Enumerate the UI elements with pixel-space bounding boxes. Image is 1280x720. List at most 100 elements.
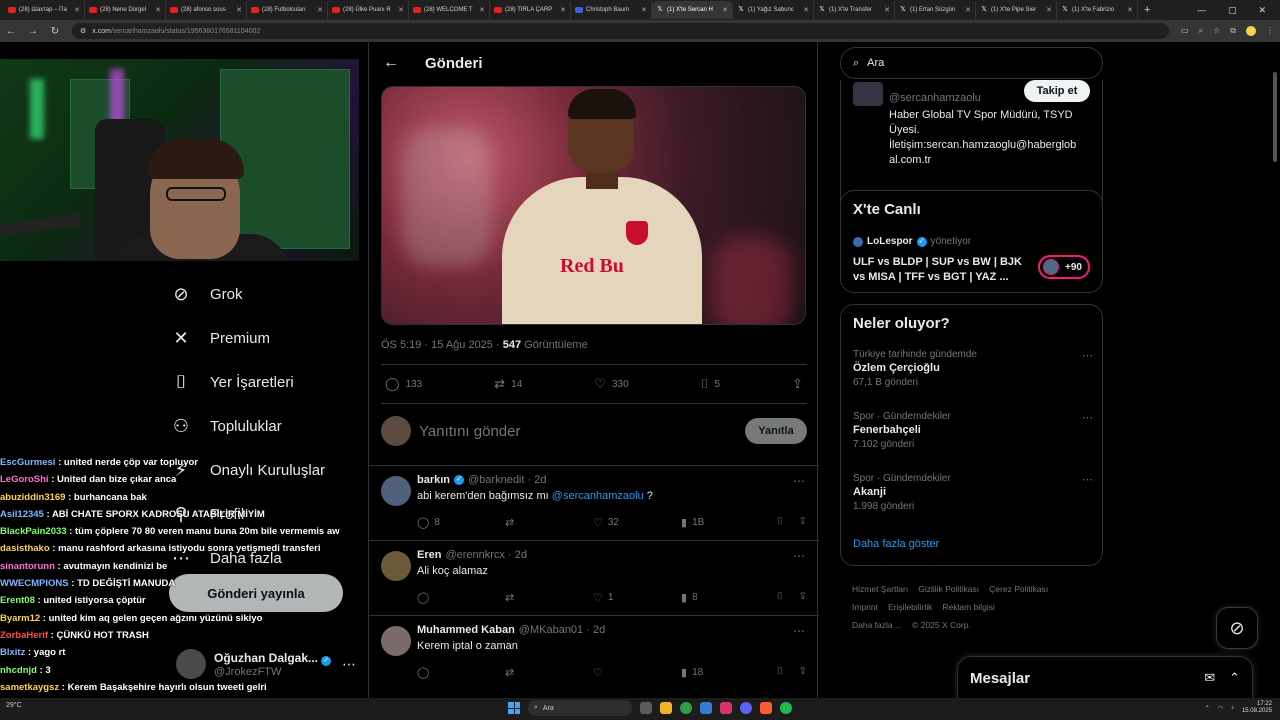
start-icon[interactable] <box>508 702 520 714</box>
menu-icon[interactable]: ⋮ <box>1266 26 1274 36</box>
footer-link[interactable]: Daha fazla ... <box>852 620 902 630</box>
views-action[interactable]: ▮ 8 <box>681 591 769 604</box>
app-icon[interactable] <box>720 702 732 714</box>
browser-tab[interactable]: 𝕏 (1) X'te Transfer ✕ <box>814 1 895 19</box>
new-tab-button[interactable]: + <box>1144 4 1150 16</box>
bookmark-icon[interactable]: ⌷ <box>777 516 783 529</box>
scrollbar[interactable] <box>1272 42 1278 698</box>
discord-icon[interactable] <box>740 702 752 714</box>
close-tab-icon[interactable]: ✕ <box>560 6 566 14</box>
browser-tab[interactable]: 𝕏 (1) Yağız Sabunc ✕ <box>733 1 814 19</box>
zoom-icon[interactable]: ⌕ <box>1199 26 1203 36</box>
browser-tab[interactable]: (28) Шахтар – Па ✕ <box>4 1 85 19</box>
reload-icon[interactable]: ↻ <box>50 26 60 37</box>
close-tab-icon[interactable]: ✕ <box>884 6 890 14</box>
reply-action[interactable]: ◯ <box>417 666 505 679</box>
bookmark-icon[interactable]: ⌷ <box>777 591 783 604</box>
heart-action[interactable]: ♡ <box>593 666 681 679</box>
footer-link[interactable]: Reklam bilgisi <box>942 602 994 612</box>
browser-tab[interactable]: Christoph Baum ✕ <box>571 1 652 19</box>
sidebar-item-topluluklar[interactable]: ⚇ Topluluklar <box>170 404 350 448</box>
footer-link[interactable]: Erişilebilirlik <box>888 602 932 612</box>
maximize-icon[interactable]: ▢ <box>1228 5 1237 16</box>
views-action[interactable]: ▮ 1B <box>681 516 769 529</box>
trend-item[interactable]: Türkiye tarihinde gündemde Özlem Çerçioğl… <box>853 349 1093 388</box>
browser-tab[interactable]: 𝕏 (1) Ertan Süzgün ✕ <box>895 1 976 19</box>
footer-link[interactable]: Gizlilik Politikası <box>918 584 979 594</box>
follow-button[interactable]: Takip et <box>1024 80 1090 102</box>
forward-icon[interactable]: → <box>28 26 38 37</box>
reply-button[interactable]: Yanıtla <box>745 418 807 444</box>
more-icon[interactable]: ⋯ <box>793 624 805 638</box>
browser-tab[interactable]: (28) TIRLA ÇARP ✕ <box>490 1 571 19</box>
more-icon[interactable]: ⋯ <box>1082 349 1093 362</box>
app-icon[interactable] <box>700 702 712 714</box>
post-image[interactable]: Red Bu <box>381 86 806 325</box>
footer-link[interactable]: Imprint <box>852 602 878 612</box>
reply-handle[interactable]: @MKaban01 · 2d <box>519 624 605 636</box>
more-icon[interactable]: ⋯ <box>793 474 805 488</box>
close-tab-icon[interactable]: ✕ <box>398 6 404 14</box>
reply-action[interactable]: ◯ 133 <box>385 376 422 392</box>
close-tab-icon[interactable]: ✕ <box>722 6 728 14</box>
sidebar-item-premium[interactable]: ✕ Premium <box>170 316 350 360</box>
spotify-icon[interactable] <box>780 702 792 714</box>
tray-chevron-icon[interactable]: ⌃ <box>1205 705 1210 712</box>
reply-action[interactable]: ◯ 8 <box>417 516 505 529</box>
search-input[interactable]: ⌕ Ara <box>840 47 1103 79</box>
like-action[interactable]: ♡ 330 <box>594 376 628 392</box>
wifi-icon[interactable]: ◠ <box>1218 705 1223 712</box>
close-tab-icon[interactable]: ✕ <box>479 6 485 14</box>
browser-tab[interactable]: (28) afonso sous ✕ <box>166 1 247 19</box>
new-message-icon[interactable]: ✉ <box>1204 670 1215 686</box>
back-arrow-icon[interactable]: ← <box>383 54 399 72</box>
share-icon[interactable]: ⇪ <box>799 666 807 679</box>
reply-action[interactable]: ◯ <box>417 591 505 604</box>
trend-item[interactable]: Spor · Gündemdekiler Akanji 1.998 gönderi ⋯ <box>853 473 1093 512</box>
views-action[interactable]: ▮ 18 <box>681 666 769 679</box>
share-icon[interactable]: ⇪ <box>799 516 807 529</box>
mention-link[interactable]: @sercanhamzaolu <box>552 490 644 502</box>
close-tab-icon[interactable]: ✕ <box>236 6 242 14</box>
close-tab-icon[interactable]: ✕ <box>1127 6 1133 14</box>
task-view-icon[interactable] <box>640 702 652 714</box>
scrollbar-thumb[interactable] <box>1273 72 1277 162</box>
sidebar-item-yer-i-aretleri[interactable]: ⌷ Yer İşaretleri <box>170 360 350 404</box>
profile-handle[interactable]: @sercanhamzaolu <box>889 92 981 104</box>
live-listeners-badge[interactable]: +90 <box>1038 255 1090 279</box>
sidebar-item-grok[interactable]: ⊘ Grok <box>170 272 350 316</box>
messages-drawer[interactable]: Mesajlar ✉ ⌃ <box>957 656 1253 700</box>
footer-link[interactable]: © 2025 X Corp. <box>912 620 971 630</box>
avatar[interactable] <box>381 476 411 506</box>
extensions-icon[interactable]: ⧉ <box>1230 26 1236 36</box>
file-explorer-icon[interactable] <box>660 702 672 714</box>
close-tab-icon[interactable]: ✕ <box>317 6 323 14</box>
reply-author[interactable]: Eren <box>417 549 441 561</box>
reply-author[interactable]: barkın <box>417 474 450 486</box>
browser-tab[interactable]: (28) Ülke Puanı R ✕ <box>328 1 409 19</box>
clock[interactable]: 17:22 15.08.2025 <box>1242 701 1272 715</box>
bookmark-action[interactable]: ⌷ 5 <box>701 376 720 392</box>
taskbar-search[interactable]: ⌕ Ara <box>528 700 632 716</box>
footer-link[interactable]: Çerez Politikası <box>989 584 1048 594</box>
close-tab-icon[interactable]: ✕ <box>155 6 161 14</box>
star-icon[interactable]: ☆ <box>1213 26 1220 36</box>
weather-widget[interactable]: 29°C <box>6 702 22 709</box>
repost-action[interactable]: ⇄ 14 <box>494 376 522 392</box>
site-info-icon[interactable]: ⚙ <box>80 27 86 35</box>
heart-action[interactable]: ♡ 32 <box>593 516 681 529</box>
app-icon[interactable] <box>760 702 772 714</box>
reply-handle[interactable]: @barknedit · 2d <box>468 474 546 486</box>
more-icon[interactable]: ⋯ <box>793 549 805 563</box>
browser-tab[interactable]: 𝕏 (1) X'te Sercan H ✕ <box>652 1 733 19</box>
heart-action[interactable]: ♡ 1 <box>593 591 681 604</box>
live-card[interactable]: X'te Canlı LoLespor ✓ yönetiyor ULF vs B… <box>840 190 1103 293</box>
close-window-icon[interactable]: ✕ <box>1258 5 1266 16</box>
footer-link[interactable]: Hizmet Şartları <box>852 584 908 594</box>
reply-item[interactable]: Muhammed Kaban @MKaban01 · 2d ⋯ Kerem iptal… <box>369 615 819 690</box>
avatar[interactable] <box>381 626 411 656</box>
close-tab-icon[interactable]: ✕ <box>641 6 647 14</box>
close-tab-icon[interactable]: ✕ <box>965 6 971 14</box>
browser-tab[interactable]: 𝕏 (1) X'te Fabrizio ✕ <box>1057 1 1138 19</box>
volume-icon[interactable]: ♪ <box>1231 705 1234 711</box>
